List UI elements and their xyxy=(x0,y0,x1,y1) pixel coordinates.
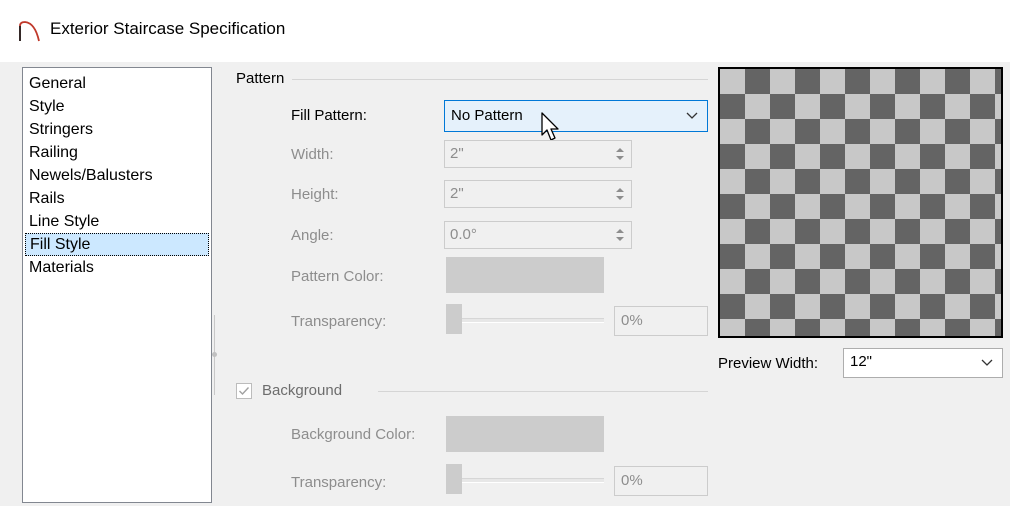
background-transparency-label: Transparency: xyxy=(291,474,387,491)
background-transparency-thumb[interactable] xyxy=(446,464,462,494)
preview-width-label: Preview Width: xyxy=(718,355,819,372)
spin-arrows-icon[interactable] xyxy=(615,227,625,243)
width-label: Width: xyxy=(291,146,334,163)
fill-pattern-dropdown[interactable]: No Pattern xyxy=(444,100,708,132)
spin-arrows-icon[interactable] xyxy=(615,146,625,162)
pattern-transparency-label: Transparency: xyxy=(291,313,387,330)
angle-label: Angle: xyxy=(291,227,334,244)
nav-item-style[interactable]: Style xyxy=(25,95,209,118)
nav-item-newels-balusters[interactable]: Newels/Balusters xyxy=(25,164,209,187)
width-value: 2" xyxy=(450,145,464,162)
angle-value: 0.0° xyxy=(450,226,477,243)
nav-item-line-style[interactable]: Line Style xyxy=(25,210,209,233)
nav-item-rails[interactable]: Rails xyxy=(25,187,209,210)
background-color-swatch[interactable] xyxy=(446,416,604,452)
pattern-color-swatch[interactable] xyxy=(446,257,604,293)
background-group-title: Background xyxy=(262,382,351,399)
height-value: 2" xyxy=(450,185,464,202)
nav-item-railing[interactable]: Railing xyxy=(25,141,209,164)
pattern-color-label: Pattern Color: xyxy=(291,268,384,285)
nav-item-general[interactable]: General xyxy=(25,72,209,95)
background-color-label: Background Color: xyxy=(291,426,416,443)
nav-item-materials[interactable]: Materials xyxy=(25,256,209,279)
pattern-preview xyxy=(718,67,1003,338)
pattern-transparency-value[interactable]: 0% xyxy=(614,306,708,336)
background-group-line xyxy=(378,391,708,392)
width-spinner[interactable]: 2" xyxy=(444,140,632,168)
angle-spinner[interactable]: 0.0° xyxy=(444,221,632,249)
height-spinner[interactable]: 2" xyxy=(444,180,632,208)
fill-pattern-label: Fill Pattern: xyxy=(291,107,367,124)
splitter-handle[interactable] xyxy=(212,352,217,357)
spin-arrows-icon[interactable] xyxy=(615,186,625,202)
category-list[interactable]: General Style Stringers Railing Newels/B… xyxy=(22,67,212,503)
pattern-group-line xyxy=(236,79,708,80)
pattern-transparency-track[interactable] xyxy=(446,318,604,323)
chevron-down-icon xyxy=(981,359,993,366)
chevron-down-icon xyxy=(686,112,698,119)
pattern-group-title: Pattern xyxy=(236,70,293,87)
window-title: Exterior Staircase Specification xyxy=(50,19,286,38)
background-checkbox[interactable] xyxy=(236,383,252,399)
preview-width-dropdown[interactable]: 12" xyxy=(843,348,1003,378)
height-label: Height: xyxy=(291,186,339,203)
nav-item-fill-style[interactable]: Fill Style xyxy=(25,233,209,256)
preview-width-value: 12" xyxy=(850,353,873,370)
background-transparency-value[interactable]: 0% xyxy=(614,466,708,496)
checkmark-icon xyxy=(239,387,250,396)
pattern-transparency-thumb[interactable] xyxy=(446,304,462,334)
fill-pattern-value: No Pattern xyxy=(451,107,523,124)
background-transparency-track[interactable] xyxy=(446,478,604,483)
nav-item-stringers[interactable]: Stringers xyxy=(25,118,209,141)
arc-icon xyxy=(19,21,40,42)
